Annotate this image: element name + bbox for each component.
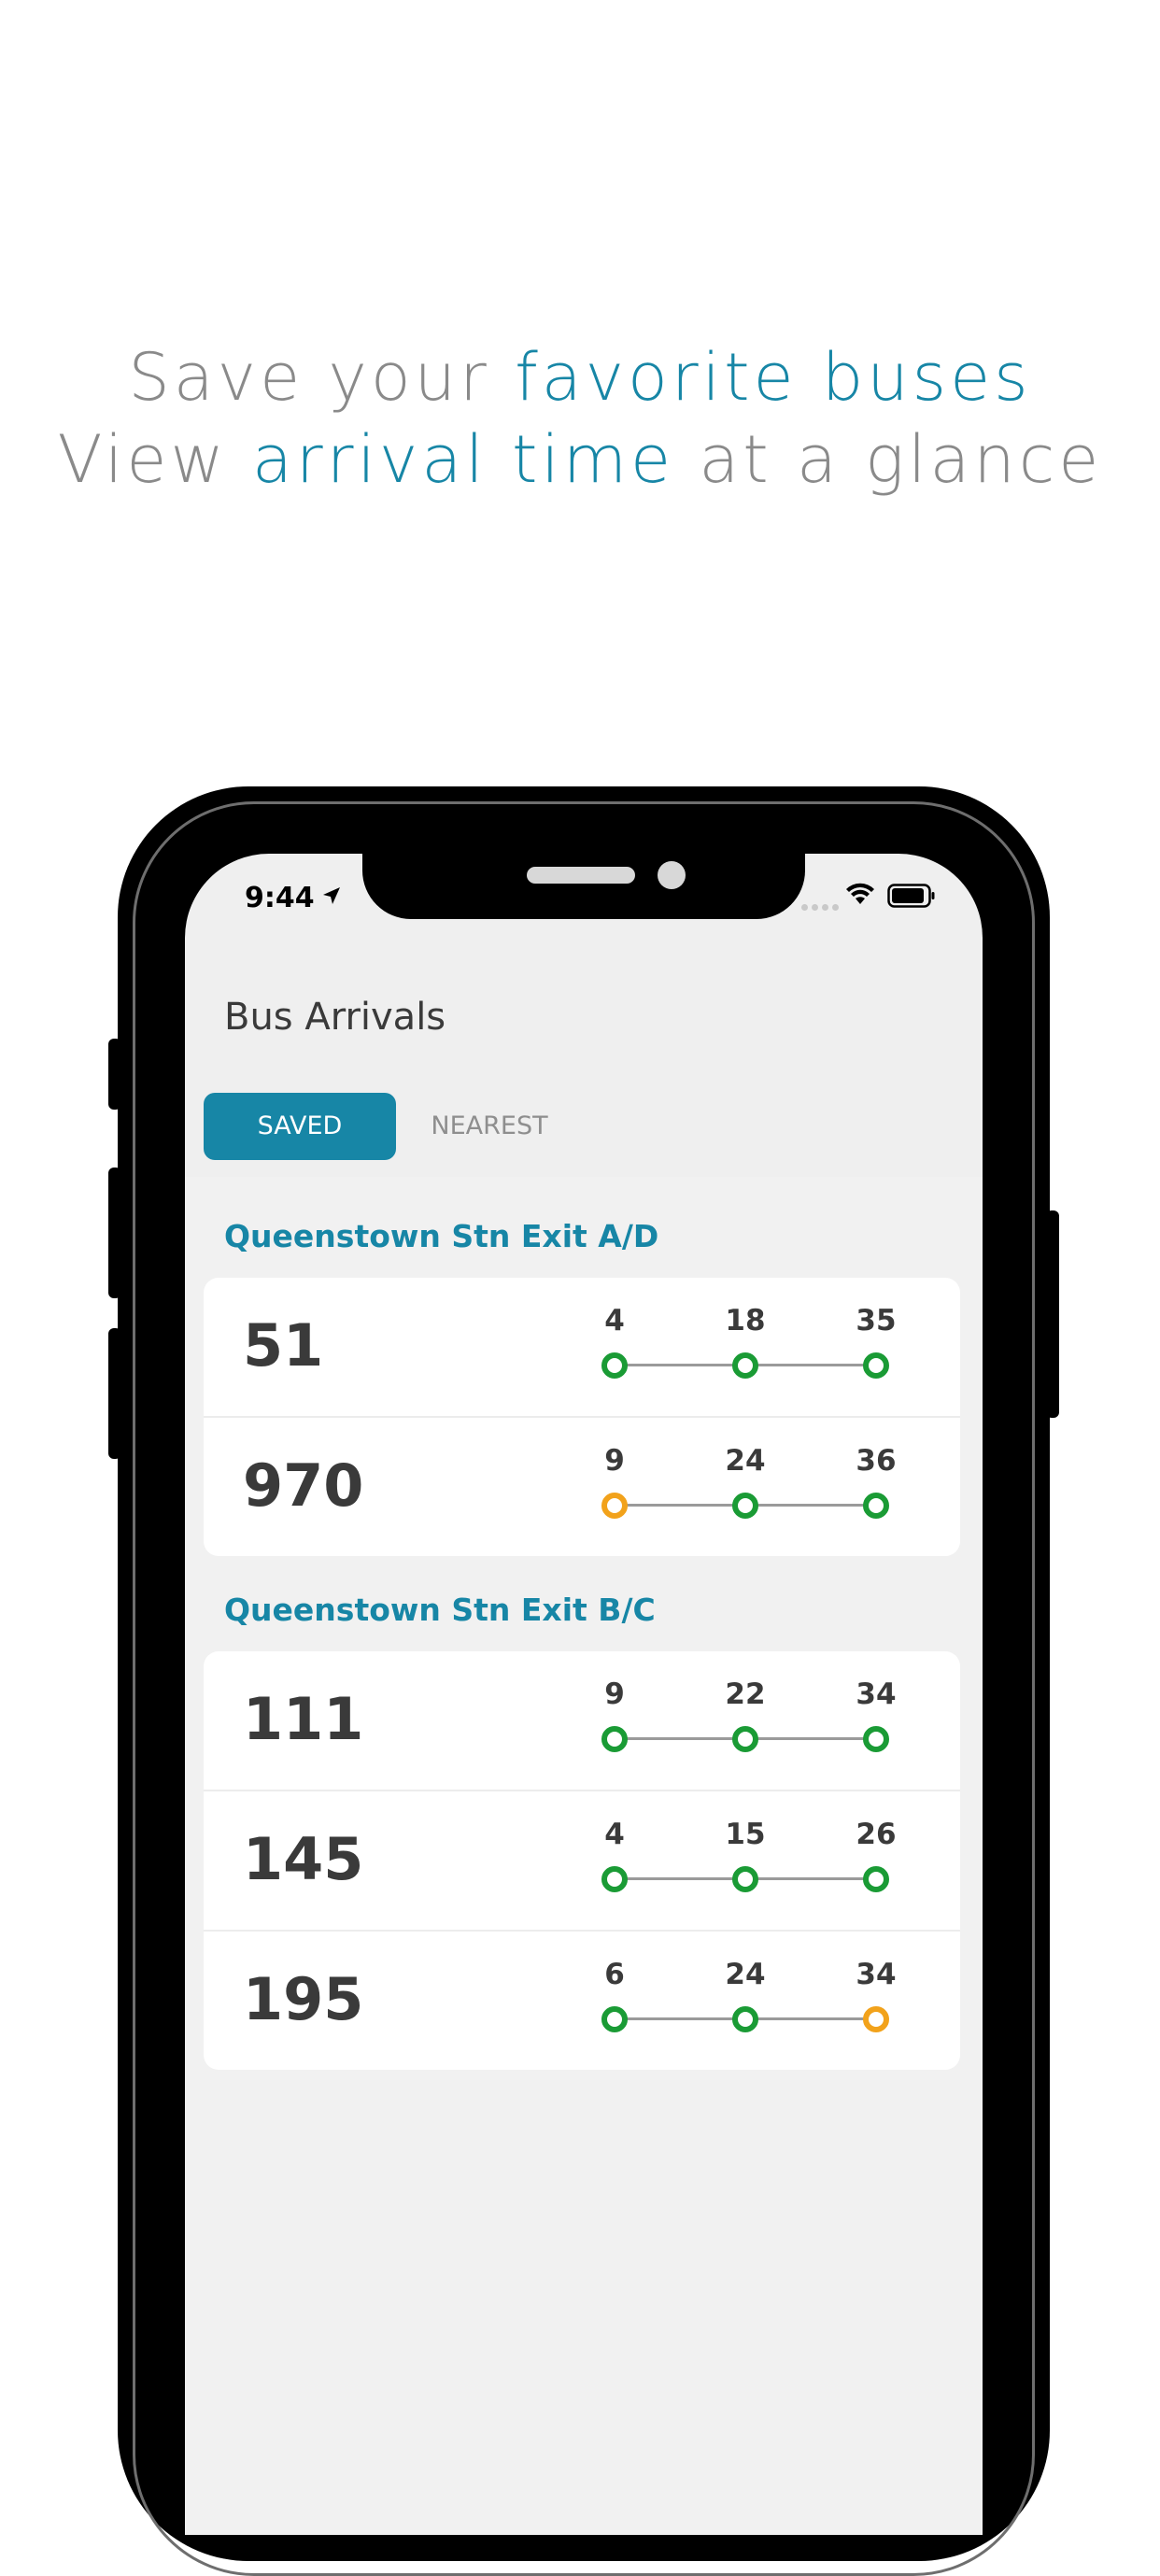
arrival-timeline: 9 24 36	[601, 1418, 897, 1556]
headline-line-2: View arrival time at a glance	[0, 418, 1160, 501]
mute-switch	[108, 1039, 121, 1110]
status-time: 9:44	[245, 882, 315, 914]
arrival-minutes: 4	[604, 1818, 625, 1851]
headline-line-1: Save your favorite buses	[0, 336, 1160, 418]
arrival-dot-on-time	[732, 2006, 758, 2032]
headline-highlight: favorite buses	[515, 339, 1032, 416]
arrival-minutes: 22	[725, 1677, 766, 1711]
arrival-dot-delayed	[863, 2006, 889, 2032]
headline-text: at a glance	[674, 421, 1103, 498]
arrival-dot-on-time	[732, 1866, 758, 1892]
stop-title: Queenstown Stn Exit B/C	[224, 1592, 656, 1628]
cellular-signal-icon	[801, 904, 839, 911]
stop-title: Queenstown Stn Exit A/D	[224, 1218, 659, 1254]
arrival-minutes: 24	[725, 1444, 766, 1478]
arrival-minutes: 9	[604, 1677, 625, 1711]
arrival-dot-on-time	[601, 1726, 628, 1752]
bus-number: 111	[243, 1685, 364, 1753]
arrival-minutes: 35	[856, 1304, 897, 1338]
arrival-timeline: 6 24 34	[601, 1932, 897, 2070]
bus-number: 970	[243, 1451, 364, 1520]
service-row[interactable]: 111 9 22 34	[204, 1651, 960, 1791]
phone-screen: 9:44 Bus Arrivals SAVED NEAREST Queensto…	[185, 854, 983, 2535]
arrival-dot-on-time	[601, 1866, 628, 1892]
arrival-minutes: 26	[856, 1818, 897, 1851]
location-arrow-icon	[323, 887, 340, 904]
tab-saved[interactable]: SAVED	[204, 1093, 396, 1160]
arrival-minutes: 9	[604, 1444, 625, 1478]
arrival-dot-on-time	[863, 1726, 889, 1752]
battery-icon	[887, 884, 935, 908]
front-camera	[658, 861, 686, 889]
service-row[interactable]: 145 4 15 26	[204, 1791, 960, 1932]
bus-number: 195	[243, 1965, 364, 2033]
arrival-timeline: 4 15 26	[601, 1791, 897, 1930]
headline-highlight: arrival time	[252, 421, 675, 498]
service-row[interactable]: 51 4 18 35	[204, 1278, 960, 1418]
power-button	[1046, 1210, 1059, 1418]
arrival-minutes: 6	[604, 1958, 625, 1991]
arrival-minutes: 15	[725, 1818, 766, 1851]
arrival-minutes: 24	[725, 1958, 766, 1991]
volume-up-button	[108, 1168, 121, 1298]
headline: Save your favorite buses View arrival ti…	[0, 336, 1160, 501]
arrival-dot-on-time	[732, 1726, 758, 1752]
wifi-icon	[846, 883, 874, 904]
speaker-grille	[527, 867, 635, 884]
arrival-timeline: 9 22 34	[601, 1651, 897, 1790]
arrival-dot-delayed	[601, 1493, 628, 1519]
notch	[362, 854, 805, 919]
arrival-minutes: 18	[725, 1304, 766, 1338]
stop-card: 51 4 18 35 970 9 24 36	[204, 1278, 960, 1556]
arrival-minutes: 34	[856, 1958, 897, 1991]
stop-card: 111 9 22 34 145 4 15 26 195 6 24 34	[204, 1651, 960, 2070]
arrival-dot-on-time	[601, 1352, 628, 1379]
volume-down-button	[108, 1328, 121, 1459]
arrival-minutes: 36	[856, 1444, 897, 1478]
arrival-timeline: 4 18 35	[601, 1278, 897, 1416]
service-row[interactable]: 970 9 24 36	[204, 1418, 960, 1556]
headline-text: Save your	[128, 339, 516, 416]
headline-text: View	[57, 421, 253, 498]
arrival-dot-on-time	[732, 1493, 758, 1519]
service-row[interactable]: 195 6 24 34	[204, 1932, 960, 2070]
bus-number: 145	[243, 1825, 364, 1893]
arrival-minutes: 34	[856, 1677, 897, 1711]
arrival-dot-on-time	[732, 1352, 758, 1379]
arrival-minutes: 4	[604, 1304, 625, 1338]
arrival-dot-on-time	[863, 1493, 889, 1519]
bus-number: 51	[243, 1311, 324, 1380]
tab-nearest[interactable]: NEAREST	[396, 1093, 583, 1160]
page-title: Bus Arrivals	[224, 996, 446, 1039]
arrival-dot-on-time	[601, 2006, 628, 2032]
arrival-dot-on-time	[863, 1352, 889, 1379]
arrival-dot-on-time	[863, 1866, 889, 1892]
